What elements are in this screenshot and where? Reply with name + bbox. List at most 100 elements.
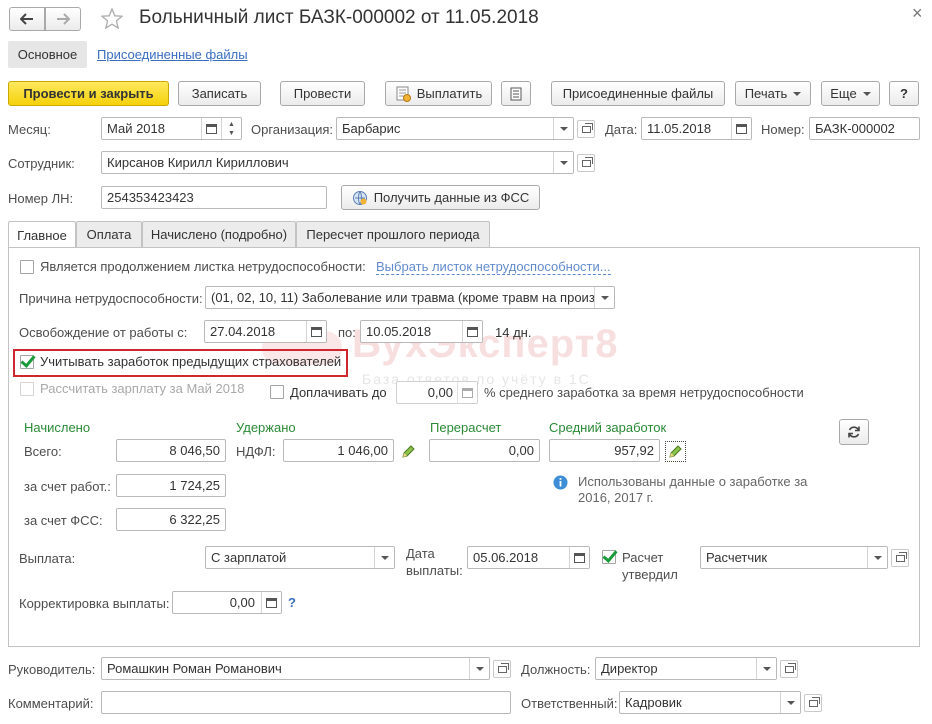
ln-field[interactable]: 254353423423 bbox=[101, 186, 327, 209]
continuation-label: Является продолжением листка нетрудоспос… bbox=[40, 259, 366, 274]
tab-recalc[interactable]: Пересчет прошлого периода bbox=[296, 221, 490, 247]
manager-field[interactable]: Ромашкин Роман Романович bbox=[101, 657, 490, 680]
prev-earnings-checkbox[interactable] bbox=[20, 355, 34, 369]
subnav-files-link[interactable]: Присоединенные файлы bbox=[97, 47, 248, 62]
pay-date-value: 05.06.2018 bbox=[473, 550, 539, 565]
get-fss-data-button[interactable]: Получить данные из ФСС bbox=[341, 185, 540, 210]
print-label: Печать bbox=[744, 86, 788, 101]
tab-main[interactable]: Главное bbox=[8, 221, 76, 248]
extra-pay-checkbox[interactable] bbox=[270, 385, 284, 399]
release-label: Освобождение от работы с: bbox=[19, 325, 188, 340]
avg-header: Средний заработок bbox=[549, 420, 667, 435]
refresh-icon bbox=[848, 426, 860, 438]
more-label: Еще bbox=[830, 86, 857, 101]
withheld-header: Удержано bbox=[236, 420, 296, 435]
close-icon[interactable]: × bbox=[912, 3, 923, 24]
manager-dropdown-button[interactable] bbox=[469, 658, 489, 679]
tab-accrued-details[interactable]: Начислено (подробно) bbox=[142, 221, 296, 247]
correction-calc-button[interactable] bbox=[261, 592, 281, 613]
position-open-button[interactable] bbox=[780, 660, 798, 678]
responsible-dropdown-button[interactable] bbox=[780, 692, 800, 713]
release-to-calendar-button[interactable] bbox=[462, 321, 482, 342]
report-button[interactable] bbox=[501, 81, 531, 106]
employee-open-button[interactable] bbox=[577, 154, 595, 172]
attached-files-button[interactable]: Присоединенные файлы bbox=[551, 81, 725, 106]
number-field[interactable]: БАЗК-000002 bbox=[809, 117, 920, 140]
attached-files-label: Присоединенные файлы bbox=[562, 86, 714, 101]
stepper-down-icon: ▼ bbox=[228, 129, 235, 137]
date-calendar-button[interactable] bbox=[731, 118, 751, 139]
help-label: ? bbox=[900, 86, 908, 101]
approver-open-button[interactable] bbox=[891, 549, 909, 567]
date-value: 11.05.2018 bbox=[647, 121, 712, 136]
calendar-button[interactable] bbox=[201, 118, 221, 139]
correction-field[interactable]: 0,00 bbox=[172, 591, 282, 614]
pay-date-field[interactable]: 05.06.2018 bbox=[467, 546, 590, 569]
star-icon[interactable] bbox=[101, 8, 123, 29]
post-and-close-button[interactable]: Провести и закрыть bbox=[8, 81, 169, 106]
org-dropdown-button[interactable] bbox=[553, 118, 573, 139]
reason-field[interactable]: (01, 02, 10, 11) Заболевание или травма … bbox=[205, 286, 615, 309]
position-value: Директор bbox=[601, 661, 658, 676]
subnav-main[interactable]: Основное bbox=[8, 41, 87, 68]
save-button[interactable]: Записать bbox=[178, 81, 261, 106]
forward-button[interactable] bbox=[45, 7, 81, 31]
continuation-link[interactable]: Выбрать листок нетрудоспособности... bbox=[376, 259, 611, 275]
responsible-open-button[interactable] bbox=[804, 694, 822, 712]
save-label: Записать bbox=[191, 86, 248, 101]
org-field[interactable]: Барбарис bbox=[336, 117, 574, 140]
manager-value: Ромашкин Роман Романович bbox=[107, 661, 282, 676]
help-button[interactable]: ? bbox=[889, 81, 919, 106]
info-text-line1: Использованы данные о заработке за bbox=[578, 474, 808, 489]
continuation-checkbox[interactable] bbox=[20, 260, 34, 274]
date-field[interactable]: 11.05.2018 bbox=[641, 117, 752, 140]
fss-field: 6 322,25 bbox=[116, 508, 226, 531]
responsible-field[interactable]: Кадровик bbox=[619, 691, 801, 714]
more-button[interactable]: Еще bbox=[821, 81, 880, 106]
post-button[interactable]: Провести bbox=[280, 81, 365, 106]
edit-icon bbox=[669, 445, 682, 458]
tab-accrued-details-label: Начислено (подробно) bbox=[150, 227, 288, 242]
reason-dropdown-button[interactable] bbox=[594, 287, 614, 308]
reason-label: Причина нетрудоспособности: bbox=[19, 291, 203, 306]
pay-date-calendar-button[interactable] bbox=[569, 547, 589, 568]
release-from-value: 27.04.2018 bbox=[210, 324, 276, 339]
release-from-calendar-button[interactable] bbox=[306, 321, 326, 342]
manager-open-button[interactable] bbox=[493, 660, 511, 678]
release-to-field[interactable]: 10.05.2018 bbox=[360, 320, 483, 343]
pencil-icon[interactable] bbox=[401, 444, 416, 459]
month-label: Месяц: bbox=[8, 122, 51, 137]
correction-value: 0,00 bbox=[229, 595, 255, 610]
pay-button[interactable]: Выплатить bbox=[385, 81, 492, 106]
correction-help[interactable]: ? bbox=[288, 595, 296, 610]
position-field[interactable]: Директор bbox=[595, 657, 777, 680]
print-button[interactable]: Печать bbox=[735, 81, 811, 106]
info-icon bbox=[553, 475, 568, 490]
approver-field[interactable]: Расчетчик bbox=[700, 546, 888, 569]
employee-dropdown-button[interactable] bbox=[553, 152, 573, 173]
position-dropdown-button[interactable] bbox=[756, 658, 776, 679]
chevron-down-icon bbox=[862, 91, 871, 96]
approver-value: Расчетчик bbox=[706, 550, 768, 565]
approved-checkbox[interactable] bbox=[602, 550, 616, 564]
avg-edit-button[interactable] bbox=[665, 441, 686, 462]
calculator-icon bbox=[266, 597, 277, 608]
tab-payment[interactable]: Оплата bbox=[76, 221, 142, 247]
comment-field[interactable] bbox=[101, 691, 511, 714]
month-field[interactable]: Май 2018 ▲ ▼ bbox=[101, 117, 242, 140]
approver-dropdown-button[interactable] bbox=[867, 547, 887, 568]
org-open-button[interactable] bbox=[577, 120, 595, 138]
post-label: Провести bbox=[293, 86, 352, 101]
payout-dropdown-button[interactable] bbox=[374, 547, 394, 568]
payout-field[interactable]: С зарплатой bbox=[205, 546, 395, 569]
payout-label: Выплата: bbox=[19, 551, 76, 566]
total-label: Всего: bbox=[24, 444, 62, 459]
fss-icon bbox=[352, 190, 367, 205]
release-from-field[interactable]: 27.04.2018 bbox=[204, 320, 327, 343]
calculator-icon bbox=[462, 387, 473, 398]
employee-field[interactable]: Кирсанов Кирилл Кириллович bbox=[101, 151, 574, 174]
back-button[interactable] bbox=[9, 7, 45, 31]
month-stepper[interactable]: ▲ ▼ bbox=[221, 118, 241, 139]
refresh-button[interactable] bbox=[839, 419, 869, 445]
chevron-down-icon bbox=[762, 666, 771, 671]
